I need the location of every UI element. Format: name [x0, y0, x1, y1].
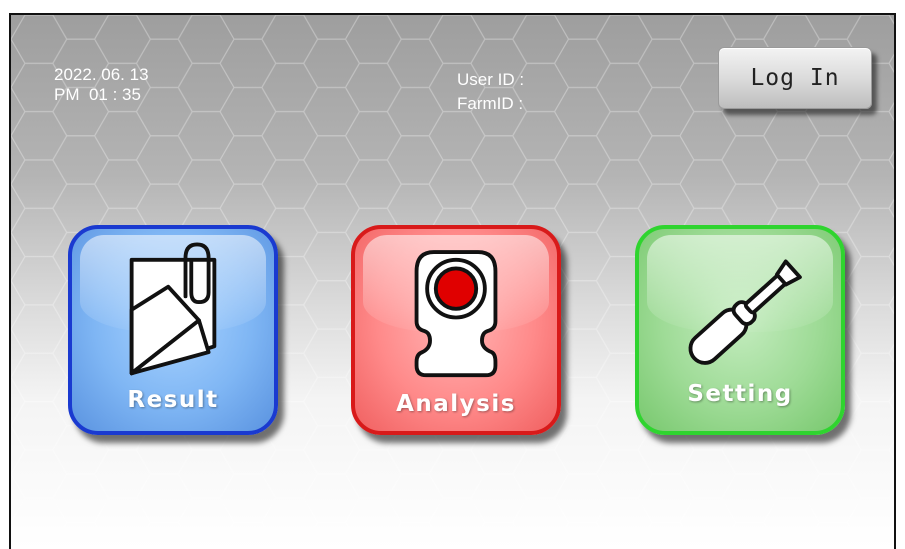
result-label: Result [127, 387, 219, 413]
analysis-label: Analysis [396, 391, 516, 417]
datetime-display: 2022. 06. 13 PM 01 : 35 [54, 65, 149, 105]
login-button[interactable]: Log In [718, 47, 872, 109]
setting-button[interactable]: Setting [635, 225, 845, 435]
setting-label: Setting [687, 381, 793, 407]
time-text: PM 01 : 35 [54, 85, 141, 104]
result-button[interactable]: Result [68, 225, 278, 435]
date-text: 2022. 06. 13 [54, 65, 149, 84]
analysis-button[interactable]: Analysis [351, 225, 561, 435]
user-info: User ID : FarmID : [457, 65, 524, 119]
main-screen: 2022. 06. 13 PM 01 : 35 User ID : FarmID… [9, 13, 896, 549]
farm-id-label: FarmID : [457, 94, 524, 113]
